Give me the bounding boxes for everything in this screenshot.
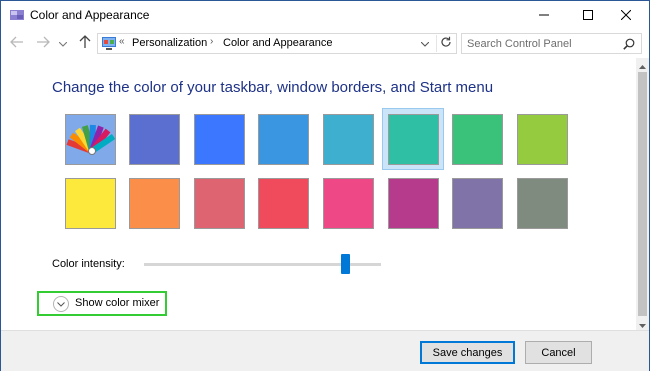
show-color-mixer-toggle[interactable]: Show color mixer [37, 291, 167, 316]
up-button[interactable] [76, 34, 94, 52]
scroll-down-button[interactable] [636, 317, 649, 330]
color-swatch-fill [452, 177, 504, 229]
save-changes-button[interactable]: Save changes [420, 341, 515, 364]
window-title: Color and Appearance [30, 8, 150, 22]
recent-locations-button[interactable] [57, 34, 69, 52]
expand-circle-chevron-icon [53, 296, 69, 312]
forward-button[interactable] [34, 34, 52, 52]
color-swatch[interactable] [511, 108, 573, 170]
address-bar[interactable]: « Personalization › Color and Appearance [97, 33, 457, 54]
color-swatch-fill [129, 177, 181, 229]
color-swatch-fill [258, 113, 310, 165]
breadcrumb-separator[interactable]: › [210, 36, 213, 47]
control-panel-window: Color and Appearance « Personalization ›… [0, 0, 650, 371]
color-swatch-fill [387, 113, 439, 165]
minimize-icon [539, 10, 549, 20]
color-swatch-fill [452, 113, 504, 165]
refresh-button[interactable] [436, 35, 454, 52]
color-intensity-label: Color intensity: [52, 258, 125, 270]
breadcrumb-color-and-appearance[interactable]: Color and Appearance [223, 37, 332, 49]
color-swatch[interactable] [188, 172, 250, 234]
back-button[interactable] [8, 34, 26, 52]
dialog-footer: Save changes Cancel [1, 330, 649, 371]
color-intensity-slider-thumb[interactable] [340, 254, 350, 274]
main-content: Change the color of your taskbar, window… [1, 58, 636, 330]
color-swatch[interactable] [382, 172, 444, 234]
color-swatch-fill [258, 177, 310, 229]
scroll-up-button[interactable] [636, 58, 649, 71]
cancel-button[interactable]: Cancel [525, 341, 592, 364]
arrow-left-icon [10, 36, 24, 51]
automatic-color-fan-icon [64, 113, 116, 165]
color-swatch[interactable] [124, 108, 186, 170]
color-swatch[interactable] [447, 172, 509, 234]
search-input[interactable] [461, 33, 642, 54]
refresh-icon [440, 36, 452, 51]
color-swatch[interactable] [447, 108, 509, 170]
address-dropdown-button[interactable] [419, 37, 431, 51]
color-swatch-fill [516, 113, 568, 165]
color-palette-icon [9, 7, 25, 23]
show-color-mixer-label: Show color mixer [75, 297, 160, 309]
color-swatch-fill [64, 177, 116, 229]
color-swatch-fill [129, 113, 181, 165]
arrow-up-icon [79, 34, 91, 52]
navigation-bar: « Personalization › Color and Appearance [1, 30, 649, 57]
breadcrumb-personalization[interactable]: Personalization [132, 37, 207, 49]
color-swatch-automatic[interactable] [59, 108, 121, 170]
maximize-icon [583, 10, 593, 20]
color-swatch-fill [516, 177, 568, 229]
color-swatch[interactable] [124, 172, 186, 234]
title-bar[interactable]: Color and Appearance [1, 1, 649, 29]
search-icon[interactable] [623, 38, 635, 50]
color-swatch-fill [193, 113, 245, 165]
color-swatch[interactable] [317, 108, 379, 170]
color-swatch[interactable] [188, 108, 250, 170]
scroll-down-arrow-icon [639, 317, 646, 331]
arrow-right-icon [36, 36, 50, 51]
color-swatch[interactable] [382, 108, 444, 170]
color-swatch-fill [387, 177, 439, 229]
scroll-up-arrow-icon [639, 58, 646, 72]
color-swatch[interactable] [317, 172, 379, 234]
control-panel-icon [101, 36, 117, 51]
color-swatch-fill [193, 177, 245, 229]
vertical-scrollbar[interactable] [636, 58, 649, 330]
close-icon [621, 10, 631, 20]
scroll-thumb[interactable] [638, 72, 647, 316]
color-swatch[interactable] [59, 172, 121, 234]
color-swatch-fill [322, 177, 374, 229]
chevron-down-icon [58, 36, 68, 50]
page-heading: Change the color of your taskbar, window… [52, 79, 494, 96]
minimize-button[interactable] [521, 1, 567, 29]
color-swatch[interactable] [253, 172, 315, 234]
close-button[interactable] [603, 1, 649, 29]
color-swatch-fill [322, 113, 374, 165]
color-swatch[interactable] [253, 108, 315, 170]
address-overflow-separator: « [119, 36, 125, 47]
color-swatch[interactable] [511, 172, 573, 234]
